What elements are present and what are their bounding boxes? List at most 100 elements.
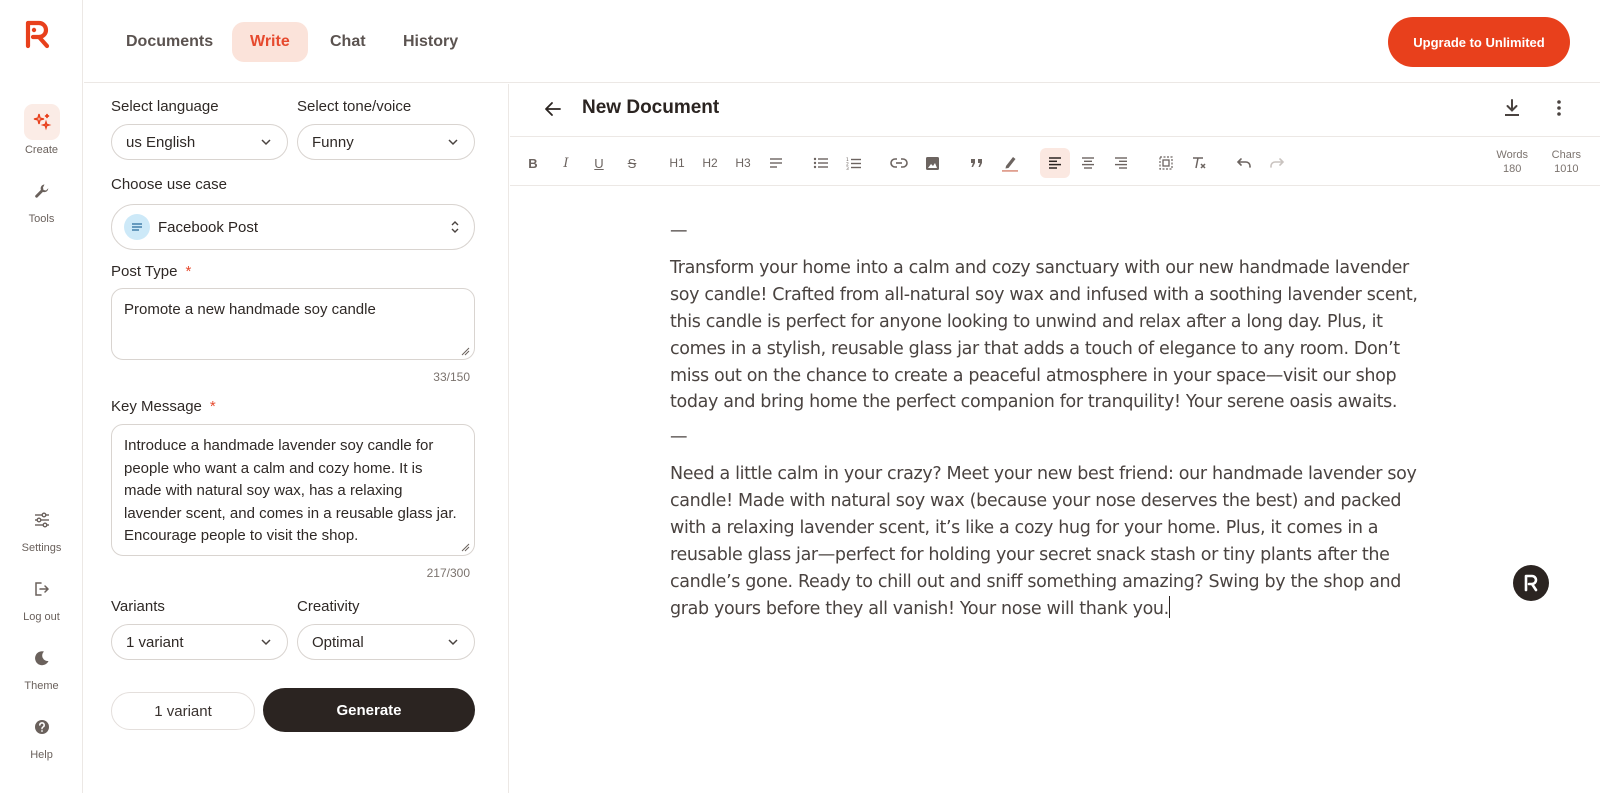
- document-title: New Document: [582, 97, 720, 118]
- tone-label: Select tone/voice: [297, 98, 412, 115]
- back-arrow-icon[interactable]: [542, 98, 564, 125]
- language-select[interactable]: us English: [111, 124, 288, 160]
- creativity-value: Optimal: [312, 633, 364, 651]
- wrench-icon: [24, 173, 60, 209]
- language-value: us English: [126, 133, 196, 151]
- rail-create[interactable]: Create: [0, 104, 83, 156]
- strikethrough-button[interactable]: S: [617, 148, 647, 178]
- char-count-value: 1010: [1554, 163, 1579, 175]
- bullet-list-icon[interactable]: [806, 148, 836, 178]
- chevron-down-icon: [448, 639, 458, 646]
- clear-format-icon[interactable]: [1184, 148, 1214, 178]
- post-type-label-text: Post Type: [111, 263, 178, 280]
- rail-tools[interactable]: Tools: [0, 173, 83, 225]
- write-form-panel: Select language us English Select tone/v…: [84, 84, 509, 793]
- char-count-label: Chars: [1551, 149, 1581, 161]
- required-mark: *: [209, 398, 216, 415]
- heading2-button[interactable]: H2: [695, 148, 725, 178]
- format-toolbar: B I U S H1 H2 H3 123 Words 180 Chars 101…: [510, 138, 1600, 186]
- usecase-select[interactable]: Facebook Post: [111, 204, 475, 250]
- paragraph-text: Need a little calm in your crazy? Meet y…: [670, 464, 1417, 619]
- bold-button[interactable]: B: [518, 148, 548, 178]
- app-logo[interactable]: [23, 18, 53, 50]
- tone-select[interactable]: Funny: [297, 124, 475, 160]
- key-message-value: Introduce a handmade lavender soy candle…: [124, 437, 457, 544]
- logout-icon: [24, 571, 60, 607]
- undo-icon[interactable]: [1229, 148, 1259, 178]
- tab-write[interactable]: Write: [232, 22, 308, 62]
- chevron-down-icon: [261, 639, 271, 646]
- language-label: Select language: [111, 98, 219, 115]
- rail-logout-label: Log out: [23, 611, 60, 623]
- heading1-button[interactable]: H1: [662, 148, 692, 178]
- logo-icon: [1524, 574, 1538, 592]
- post-type-label: Post Type *: [111, 263, 191, 280]
- creativity-select[interactable]: Optimal: [297, 624, 475, 660]
- editor-header: New Document: [510, 84, 1600, 137]
- updown-chevron-icon: [451, 221, 459, 233]
- heading3-button[interactable]: H3: [728, 148, 758, 178]
- creativity-label: Creativity: [297, 598, 360, 615]
- tab-documents[interactable]: Documents: [108, 22, 231, 62]
- rail-create-label: Create: [24, 144, 59, 156]
- rail-theme[interactable]: Theme: [0, 640, 83, 692]
- text-lines-icon: [124, 214, 150, 240]
- left-rail: Create Tools Settings Log out Theme Help: [0, 0, 83, 793]
- document-body[interactable]: — Transform your home into a calm and co…: [670, 214, 1430, 631]
- highlight-pen-icon[interactable]: [995, 148, 1025, 178]
- tone-value: Funny: [312, 133, 354, 151]
- underline-button[interactable]: U: [584, 148, 614, 178]
- resize-handle-icon[interactable]: [461, 543, 470, 552]
- rail-logout[interactable]: Log out: [0, 571, 83, 623]
- char-count: Chars 1010: [1552, 148, 1581, 176]
- top-bar: Documents Write Chat History Upgrade to …: [84, 0, 1600, 83]
- tab-history[interactable]: History: [385, 22, 476, 62]
- numbered-list-icon[interactable]: 123: [839, 148, 869, 178]
- resize-handle-icon[interactable]: [461, 347, 470, 356]
- document-editor: New Document B I U S H1 H2 H3 123 Words …: [510, 84, 1600, 793]
- redo-icon[interactable]: [1262, 148, 1292, 178]
- paragraph-icon[interactable]: [761, 148, 791, 178]
- rail-settings[interactable]: Settings: [0, 502, 83, 554]
- generate-button[interactable]: Generate: [263, 688, 475, 732]
- upgrade-button[interactable]: Upgrade to Unlimited: [1388, 17, 1570, 67]
- align-right-icon[interactable]: [1106, 148, 1136, 178]
- italic-button[interactable]: I: [551, 148, 581, 178]
- post-type-counter: 33/150: [433, 370, 470, 384]
- sliders-icon: [24, 502, 60, 538]
- align-left-icon[interactable]: [1040, 148, 1070, 178]
- more-options-icon[interactable]: [1556, 97, 1562, 124]
- word-count-value: 180: [1503, 163, 1522, 175]
- required-mark: *: [185, 263, 192, 280]
- key-message-label: Key Message *: [111, 398, 216, 415]
- word-count: Words 180: [1496, 148, 1528, 176]
- assistant-fab[interactable]: [1513, 565, 1549, 601]
- chevron-down-icon: [261, 139, 271, 146]
- key-message-counter: 217/300: [426, 566, 470, 580]
- download-icon[interactable]: [1502, 97, 1522, 124]
- separator: —: [670, 427, 688, 448]
- text-cursor: [1168, 595, 1170, 618]
- rail-help[interactable]: Help: [0, 709, 83, 761]
- align-center-icon[interactable]: [1073, 148, 1103, 178]
- select-all-icon[interactable]: [1151, 148, 1181, 178]
- chevron-down-icon: [448, 139, 458, 146]
- link-icon[interactable]: [884, 148, 914, 178]
- paragraph: Transform your home into a calm and cozy…: [670, 257, 1418, 413]
- post-type-value: Promote a new handmade soy candle: [124, 301, 376, 318]
- quote-icon[interactable]: [962, 148, 992, 178]
- variants-select[interactable]: 1 variant: [111, 624, 288, 660]
- paragraph: Need a little calm in your crazy? Meet y…: [670, 461, 1430, 622]
- variants-value: 1 variant: [126, 633, 184, 651]
- variants-label: Variants: [111, 598, 165, 615]
- word-count-label: Words: [1496, 149, 1528, 161]
- key-message-label-text: Key Message: [111, 398, 202, 415]
- variant-count-button[interactable]: 1 variant: [111, 692, 255, 730]
- separator: —: [670, 221, 688, 241]
- rail-theme-label: Theme: [24, 680, 59, 692]
- image-icon[interactable]: [917, 148, 947, 178]
- tab-chat[interactable]: Chat: [312, 22, 384, 62]
- key-message-textarea[interactable]: Introduce a handmade lavender soy candle…: [111, 424, 475, 556]
- post-type-textarea[interactable]: Promote a new handmade soy candle: [111, 288, 475, 360]
- usecase-label: Choose use case: [111, 176, 227, 193]
